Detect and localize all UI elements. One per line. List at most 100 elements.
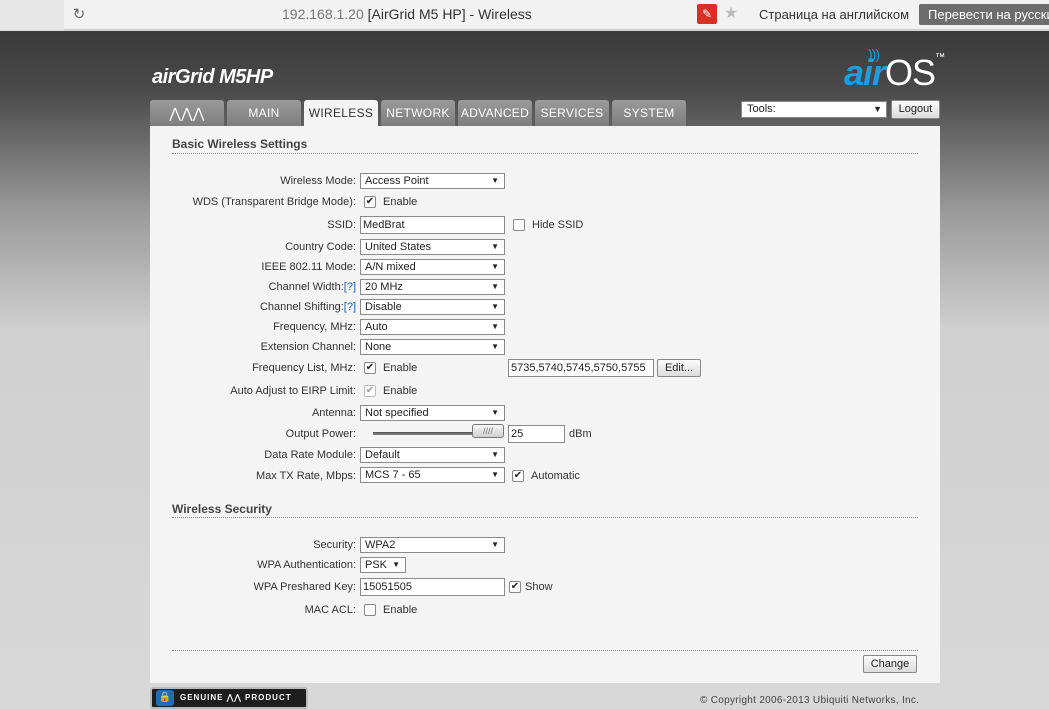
security-select[interactable]: WPA2 ▼ (360, 537, 505, 553)
divider (172, 650, 918, 651)
chevron-down-icon: ▼ (491, 540, 499, 549)
frequency-list-enable-label: Enable (383, 362, 418, 374)
chevron-down-icon: ▼ (491, 408, 499, 417)
mac-acl-label: MAC ACL: (304, 604, 356, 616)
hide-ssid-checkbox[interactable] (513, 219, 525, 231)
output-power-slider-handle[interactable]: //// (472, 424, 504, 438)
chevron-down-icon: ▼ (491, 242, 499, 251)
data-rate-module-label: Data Rate Module: (264, 449, 356, 461)
ubiquiti-logo-icon: ⋀⋀ (226, 693, 242, 702)
output-power-label: Output Power: (285, 428, 356, 440)
wds-enable-label: Enable (383, 196, 418, 208)
auto-adjust-checkbox: ✔ (364, 385, 376, 397)
channel-shifting-select[interactable]: Disable ▼ (360, 299, 505, 315)
tab-network[interactable]: NETWORK (381, 100, 455, 126)
url-host: 192.168.1.20 (282, 6, 364, 22)
show-key-checkbox[interactable]: ✔ (509, 581, 521, 593)
chevron-down-icon: ▼ (491, 450, 499, 459)
section-title-security: Wireless Security (172, 502, 272, 516)
channel-width-label: Channel Width:[?] (268, 281, 356, 293)
chevron-down-icon: ▼ (491, 470, 499, 479)
wpa-authentication-select[interactable]: PSK ▼ (360, 557, 406, 573)
chevron-down-icon: ▼ (392, 560, 400, 569)
genuine-product-badge: 🔒 GENUINE ⋀⋀ PRODUCT (150, 687, 308, 709)
auto-adjust-label: Auto Adjust to EIRP Limit: (230, 385, 356, 397)
ieee-mode-label: IEEE 802.11 Mode: (261, 261, 356, 273)
tab-wireless[interactable]: WIRELESS (304, 100, 378, 126)
airos-logo: ))) airOS™ (844, 46, 945, 93)
data-rate-module-select[interactable]: Default ▼ (360, 447, 505, 463)
chevron-down-icon: ▼ (491, 262, 499, 271)
address-bar[interactable]: 192.168.1.20 [AirGrid M5 HP] - Wireless (282, 6, 532, 22)
logout-button[interactable]: Logout (891, 100, 940, 119)
bookmark-star-icon[interactable]: ★ (724, 5, 738, 23)
section-title-basic: Basic Wireless Settings (172, 137, 308, 151)
antenna-label: Antenna: (311, 407, 356, 419)
frequency-label: Frequency, MHz: (273, 321, 356, 333)
tab-ubiquiti-logo[interactable]: ⋀⋀⋀ (150, 100, 224, 126)
wpa-preshared-key-input[interactable]: 15051505 (360, 578, 505, 596)
max-tx-rate-label: Max TX Rate, Mbps: (255, 470, 356, 482)
frequency-list-label: Frequency List, MHz: (252, 362, 356, 374)
max-tx-automatic-checkbox[interactable]: ✔ (512, 470, 524, 482)
wpa-authentication-label: WPA Authentication: (257, 559, 356, 571)
wds-checkbox[interactable]: ✔ (364, 196, 376, 208)
chevron-down-icon: ▼ (491, 176, 499, 185)
country-code-select[interactable]: United States ▼ (360, 239, 505, 255)
frequency-list-input[interactable]: 5735,5740,5745,5750,5755 (508, 359, 654, 377)
browser-tab-strip (0, 0, 64, 30)
url-title: [AirGrid M5 HP] - Wireless (367, 6, 532, 22)
settings-panel: Basic Wireless Settings Wireless Mode: A… (150, 126, 940, 683)
channel-shifting-label: Channel Shifting:[?] (259, 301, 356, 313)
output-power-unit: dBm (569, 428, 592, 440)
divider (172, 517, 918, 518)
tab-main[interactable]: MAIN (227, 100, 301, 126)
translate-button[interactable]: Перевести на русский (919, 4, 1049, 25)
antenna-select[interactable]: Not specified ▼ (360, 405, 505, 421)
tools-dropdown[interactable]: Tools: ▼ (741, 101, 887, 118)
channel-shifting-help-link[interactable]: [?] (344, 301, 356, 313)
wds-label: WDS (Transparent Bridge Mode): (192, 196, 356, 208)
chevron-down-icon: ▼ (491, 302, 499, 311)
frequency-list-checkbox[interactable]: ✔ (364, 362, 376, 374)
copyright: © Copyright 2006-2013 Ubiquiti Networks,… (700, 695, 920, 706)
auto-adjust-enable-label: Enable (383, 385, 418, 397)
tab-services[interactable]: SERVICES (535, 100, 609, 126)
extension-channel-label: Extension Channel: (260, 341, 356, 353)
hide-ssid-label: Hide SSID (532, 219, 584, 231)
browser-toolbar: ↻ 192.168.1.20 [AirGrid M5 HP] - Wireles… (0, 0, 1049, 30)
mac-acl-enable-label: Enable (383, 604, 418, 616)
country-code-label: Country Code: (285, 241, 356, 253)
wireless-mode-select[interactable]: Access Point ▼ (360, 173, 505, 189)
max-tx-automatic-label: Automatic (531, 470, 580, 482)
change-button[interactable]: Change (863, 655, 917, 673)
security-label: Security: (313, 539, 356, 551)
mac-acl-checkbox[interactable] (364, 604, 376, 616)
ssid-label: SSID: (327, 219, 356, 231)
wireless-mode-label: Wireless Mode: (280, 175, 356, 187)
extension-channel-select[interactable]: None ▼ (360, 339, 505, 355)
output-power-input[interactable]: 25 (508, 425, 565, 443)
ssid-input[interactable]: MedBrat (360, 216, 505, 234)
channel-width-help-link[interactable]: [?] (344, 281, 356, 293)
divider (172, 153, 918, 154)
translate-prompt: Страница на английском (759, 7, 910, 22)
reload-icon[interactable]: ↻ (70, 6, 88, 24)
lock-icon: 🔒 (156, 690, 174, 706)
ieee-mode-select[interactable]: A/N mixed ▼ (360, 259, 505, 275)
chevron-down-icon: ▼ (491, 282, 499, 291)
frequency-select[interactable]: Auto ▼ (360, 319, 505, 335)
chevron-down-icon: ▼ (491, 322, 499, 331)
wpa-preshared-key-label: WPA Preshared Key: (253, 581, 356, 593)
product-logo: airGrid M5HP (152, 66, 273, 88)
chevron-down-icon: ▼ (873, 104, 882, 114)
frequency-list-edit-button[interactable]: Edit... (657, 359, 701, 377)
max-tx-rate-select[interactable]: MCS 7 - 65 ▼ (360, 467, 505, 483)
channel-width-select[interactable]: 20 MHz ▼ (360, 279, 505, 295)
signal-wave-icon: ))) (868, 46, 880, 62)
tab-system[interactable]: SYSTEM (612, 100, 686, 126)
blocked-extension-icon[interactable]: ✎ (697, 4, 717, 24)
tab-advanced[interactable]: ADVANCED (458, 100, 532, 126)
chevron-down-icon: ▼ (491, 342, 499, 351)
show-key-label: Show (525, 581, 553, 593)
